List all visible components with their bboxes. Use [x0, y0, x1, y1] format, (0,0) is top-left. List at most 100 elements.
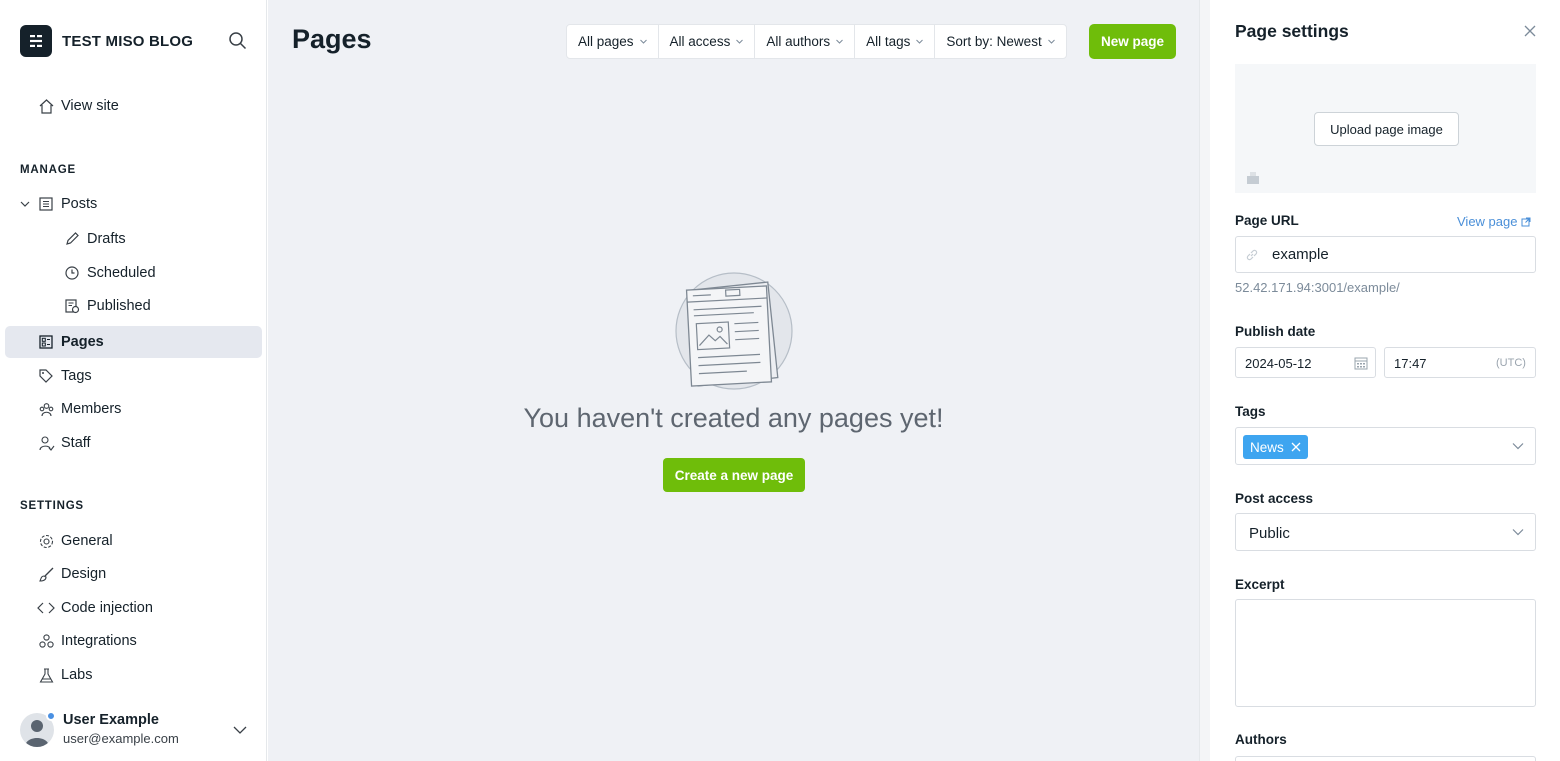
empty-pages-illustration [673, 270, 795, 392]
home-icon [37, 97, 55, 115]
sidebar-item-integrations[interactable]: Integrations [5, 625, 262, 657]
members-icon [37, 400, 55, 418]
page-url-input[interactable]: example [1235, 236, 1536, 273]
filter-label: Sort by: Newest [946, 34, 1042, 49]
sidebar-item-label: Posts [61, 196, 98, 212]
chevron-down-icon [1047, 39, 1055, 44]
sidebar-item-published[interactable]: Published [5, 290, 262, 322]
page-url-value: example [1272, 246, 1329, 263]
view-page-label: View page [1457, 214, 1518, 229]
search-icon[interactable] [228, 31, 248, 51]
publish-time-value: 17:47 [1394, 356, 1427, 371]
chevron-down-icon [736, 39, 744, 44]
sidebar-item-label: Integrations [61, 633, 137, 649]
create-new-page-button[interactable]: Create a new page [663, 458, 805, 492]
status-dot [46, 711, 56, 721]
sidebar-item-label: Code injection [61, 600, 153, 616]
sidebar-item-design[interactable]: Design [5, 558, 262, 590]
tags-label: Tags [1235, 404, 1266, 419]
tag-chip-label: News [1250, 439, 1284, 455]
empty-state-message: You haven't created any pages yet! [523, 403, 944, 433]
post-access-select[interactable]: Public [1235, 513, 1536, 551]
brush-icon [37, 565, 55, 583]
publish-date-input[interactable]: 2024-05-12 [1235, 347, 1376, 378]
filter-sort[interactable]: Sort by: Newest [935, 25, 1065, 58]
brand-logo [20, 25, 52, 57]
view-page-link[interactable]: View page [1457, 214, 1531, 229]
settings-section-label: SETTINGS [20, 500, 84, 512]
manage-section-label: MANAGE [20, 164, 76, 176]
authors-select[interactable] [1235, 756, 1536, 761]
tags-select[interactable]: News [1235, 427, 1536, 465]
filter-access[interactable]: All access [659, 25, 756, 58]
posts-icon [37, 195, 55, 213]
upload-page-image-button[interactable]: Upload page image [1314, 112, 1459, 146]
sidebar-item-label: General [61, 533, 113, 549]
panel-divider [1199, 0, 1210, 761]
publish-date-value: 2024-05-12 [1245, 356, 1312, 371]
link-icon [1245, 248, 1259, 262]
page-image-dropzone[interactable]: Upload page image [1235, 64, 1536, 193]
pages-icon [37, 333, 55, 351]
sidebar-item-pages[interactable]: Pages [5, 326, 262, 358]
filter-tags[interactable]: All tags [855, 25, 936, 58]
post-access-value: Public [1249, 525, 1290, 542]
sidebar-item-scheduled[interactable]: Scheduled [5, 257, 262, 289]
post-access-label: Post access [1235, 491, 1314, 506]
filter-bar: All pages All access All authors All tag… [566, 24, 1067, 59]
calendar-icon[interactable] [1354, 356, 1368, 370]
sidebar-item-label: Design [61, 566, 107, 582]
filter-label: All access [669, 34, 731, 49]
remove-tag-icon[interactable] [1291, 442, 1301, 452]
gear-icon [37, 532, 55, 550]
new-page-button[interactable]: New page [1089, 24, 1176, 59]
page-settings-panel: Page settings Upload page image Page URL… [1210, 0, 1560, 761]
filter-label: All tags [866, 34, 911, 49]
sidebar-item-label: Members [61, 401, 122, 417]
user-menu[interactable]: User Example user@example.com [20, 711, 250, 751]
chevron-down-icon[interactable] [232, 723, 248, 735]
external-link-icon [1521, 217, 1531, 226]
sidebar-item-code-injection[interactable]: Code injection [5, 592, 262, 624]
filter-pages[interactable]: All pages [567, 25, 659, 58]
sidebar-item-view-site[interactable]: View site [5, 90, 262, 122]
sidebar-item-tags[interactable]: Tags [5, 360, 262, 392]
chevron-down-icon[interactable] [19, 198, 31, 210]
sidebar-item-drafts[interactable]: Drafts [5, 223, 262, 255]
filter-label: All pages [578, 34, 634, 49]
sidebar-item-label: Staff [61, 435, 91, 451]
tag-chip[interactable]: News [1243, 435, 1308, 459]
sidebar-item-labs[interactable]: Labs [5, 659, 262, 691]
brand[interactable]: TEST MISO BLOG [20, 25, 193, 57]
integrations-icon [37, 632, 55, 650]
pencil-icon [63, 230, 81, 248]
panel-title: Page settings [1235, 21, 1349, 41]
code-icon [37, 599, 55, 617]
publish-time-input[interactable]: 17:47 (UTC) [1384, 347, 1536, 378]
chevron-down-icon [836, 39, 843, 44]
sidebar-item-label: View site [61, 98, 119, 114]
sidebar-item-staff[interactable]: Staff [5, 427, 262, 459]
chevron-down-icon [1512, 443, 1524, 450]
clock-icon [63, 264, 81, 282]
sidebar-item-label: Pages [61, 334, 104, 350]
close-icon[interactable] [1522, 23, 1538, 39]
timezone-label: (UTC) [1496, 357, 1526, 369]
image-icon[interactable] [1246, 171, 1260, 185]
page-title: Pages [292, 24, 372, 54]
staff-icon [37, 434, 55, 452]
sidebar-item-label: Labs [61, 667, 93, 683]
brand-title: TEST MISO BLOG [62, 32, 194, 50]
published-icon [63, 297, 81, 315]
excerpt-textarea[interactable] [1235, 599, 1536, 707]
sidebar-item-posts[interactable]: Posts [5, 188, 262, 220]
main-content: Pages All pages All access All authors A… [268, 0, 1199, 761]
filter-authors[interactable]: All authors [755, 25, 856, 58]
user-email: user@example.com [63, 731, 179, 746]
sidebar-item-general[interactable]: General [5, 525, 262, 557]
chevron-down-icon [1512, 529, 1524, 536]
page-url-label: Page URL [1235, 213, 1299, 228]
sidebar-item-label: Tags [61, 368, 92, 384]
tag-icon [37, 367, 55, 385]
sidebar-item-members[interactable]: Members [5, 393, 262, 425]
